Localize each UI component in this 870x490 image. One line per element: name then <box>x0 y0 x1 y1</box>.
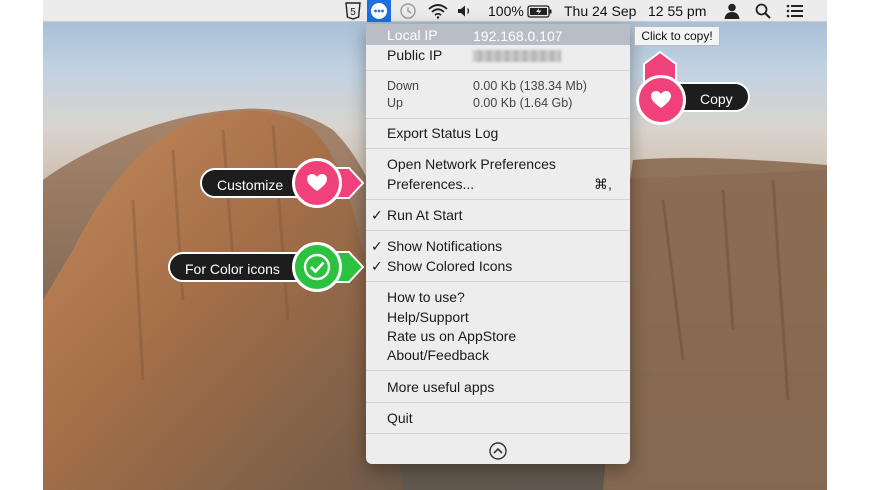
checkmark-circle-icon <box>303 253 331 281</box>
public-ip-value-blurred[interactable] <box>473 50 561 62</box>
volume-icon[interactable] <box>455 2 473 20</box>
menu-separator <box>366 118 630 119</box>
time-machine-icon[interactable] <box>398 2 418 20</box>
battery-percent: 100% <box>488 3 524 19</box>
menu-separator <box>366 370 630 371</box>
svg-text:5: 5 <box>350 7 356 18</box>
down-label: Down <box>387 79 419 93</box>
preferences-shortcut: ⌘, <box>594 176 612 192</box>
menu-separator <box>366 281 630 282</box>
heart-icon <box>307 174 327 191</box>
network-status-menu: Local IP 192.168.0.107 Public IP Down 0.… <box>366 24 630 464</box>
battery-icon[interactable] <box>527 2 553 20</box>
checkmark-icon: ✓ <box>371 258 383 274</box>
up-label: Up <box>387 96 403 110</box>
local-ip-label[interactable]: Local IP <box>387 27 438 43</box>
menu-item-about-feedback[interactable]: About/Feedback <box>387 347 489 363</box>
up-value: 0.00 Kb (1.64 Gb) <box>473 96 573 110</box>
html5-icon[interactable]: 5 <box>344 2 362 20</box>
local-ip-value[interactable]: 192.168.0.107 <box>473 28 563 44</box>
menu-separator <box>366 148 630 149</box>
clock-time[interactable]: 12 55 pm <box>648 0 706 22</box>
heart-badge-copy <box>636 75 686 125</box>
menu-item-rate-us[interactable]: Rate us on AppStore <box>387 328 516 344</box>
menu-separator <box>366 230 630 231</box>
menu-item-show-colored-icons[interactable]: Show Colored Icons <box>387 258 512 274</box>
user-icon[interactable] <box>723 2 741 20</box>
collapse-chevron-up-icon[interactable] <box>488 441 508 461</box>
check-badge-color <box>292 242 342 292</box>
customize-callout-label: Customize <box>217 177 284 193</box>
menu-item-open-network-preferences[interactable]: Open Network Preferences <box>387 156 556 172</box>
menu-separator <box>366 70 630 71</box>
menu-bar: 5 100% Thu 24 Sep 12 55 pm <box>43 0 827 22</box>
ellipsis-circle-icon <box>371 3 387 19</box>
menu-item-preferences[interactable]: Preferences... <box>387 176 474 192</box>
menu-item-export-status-log[interactable]: Export Status Log <box>387 125 498 141</box>
notification-list-icon[interactable] <box>785 2 805 20</box>
wifi-icon[interactable] <box>427 2 449 20</box>
menu-separator <box>366 402 630 403</box>
menu-item-more-useful-apps[interactable]: More useful apps <box>387 379 494 395</box>
copy-tooltip: Click to copy! <box>634 26 720 46</box>
down-value: 0.00 Kb (138.34 Mb) <box>473 79 587 93</box>
menu-item-show-notifications[interactable]: Show Notifications <box>387 238 502 254</box>
heart-badge-customize <box>292 158 342 208</box>
spotlight-search-icon[interactable] <box>754 2 772 20</box>
menu-item-help-support[interactable]: Help/Support <box>387 309 469 325</box>
menu-item-run-at-start[interactable]: Run At Start <box>387 207 462 223</box>
checkmark-icon: ✓ <box>371 207 383 223</box>
clock-date[interactable]: Thu 24 Sep <box>564 0 636 22</box>
menu-item-quit[interactable]: Quit <box>387 410 413 426</box>
menu-separator <box>366 199 630 200</box>
menu-separator <box>366 433 630 434</box>
menu-item-how-to-use[interactable]: How to use? <box>387 289 465 305</box>
network-status-icon[interactable] <box>367 0 391 22</box>
heart-icon <box>651 91 671 108</box>
copy-callout-label: Copy <box>700 91 733 107</box>
public-ip-label[interactable]: Public IP <box>387 47 442 63</box>
color-icons-callout-label: For Color icons <box>185 261 280 277</box>
checkmark-icon: ✓ <box>371 238 383 254</box>
